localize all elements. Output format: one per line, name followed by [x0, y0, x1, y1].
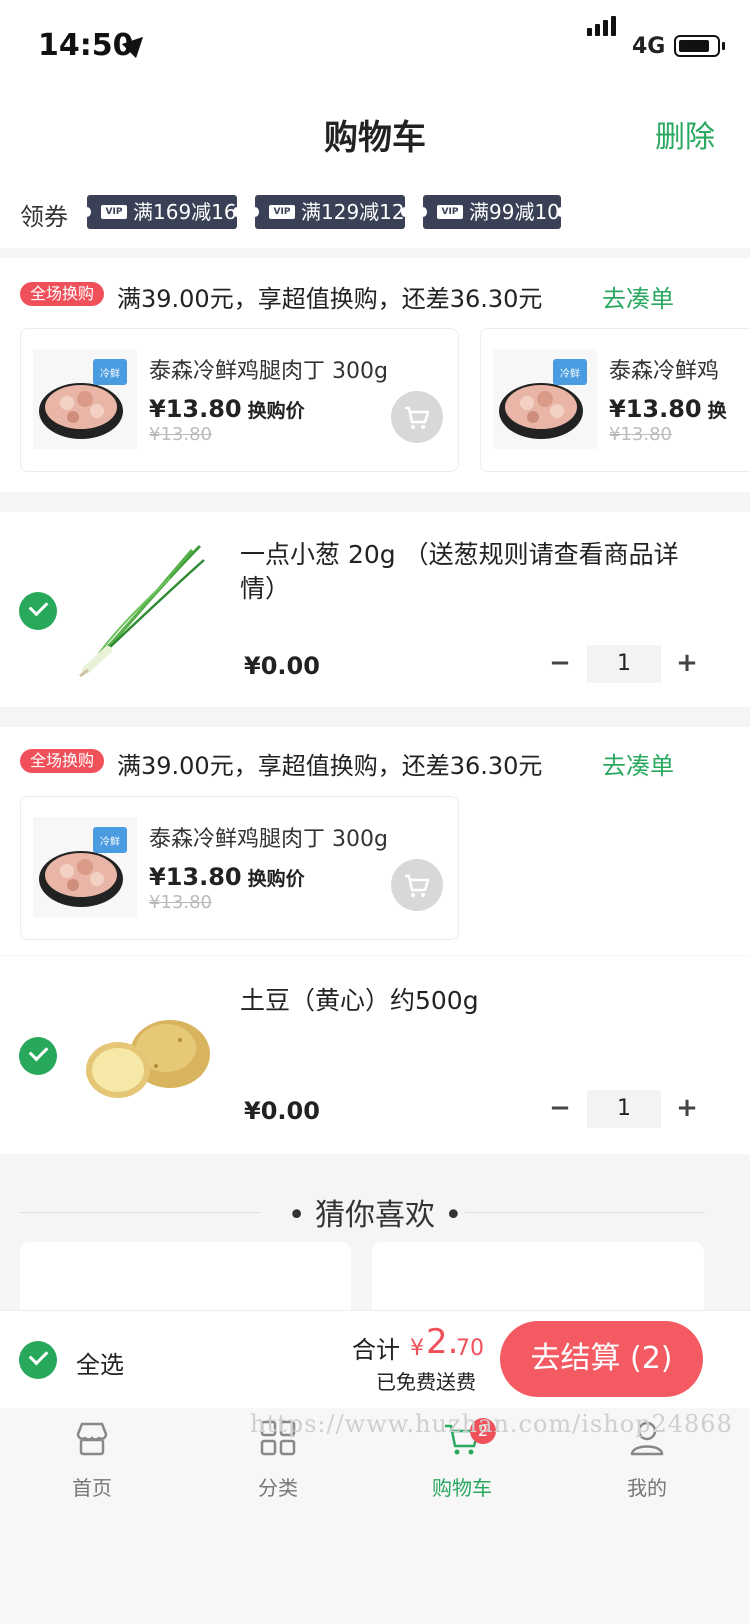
- item-price: ¥0.00: [244, 652, 320, 680]
- quantity-increase-button[interactable]: +: [672, 1093, 702, 1123]
- coupon-text: 满169减16: [133, 200, 237, 224]
- battery-icon: [674, 35, 720, 57]
- swap-product-card[interactable]: 冷鲜 泰森冷鲜鸡腿肉丁 300g ¥13.80 换购价 ¥13.80: [20, 328, 459, 472]
- promo-tag: 全场换购: [20, 282, 105, 306]
- coupon-text: 满99减10: [469, 200, 560, 224]
- total-amount-decimal: 70: [456, 1336, 484, 1361]
- tab-label: 首页: [72, 1476, 112, 1500]
- potato-product-image: [86, 1020, 210, 1098]
- coupon-label: 领券: [20, 203, 68, 231]
- battery-cap: [722, 42, 725, 50]
- swap-product-price: ¥13.80 换购价: [149, 395, 305, 423]
- select-all-label[interactable]: 全选: [76, 1345, 124, 1380]
- coupon-text: 满129减12: [301, 200, 405, 224]
- shipping-note: 已免费送费: [376, 1370, 476, 1394]
- delete-button[interactable]: 删除: [655, 112, 715, 156]
- price-note: 换购价: [247, 400, 305, 422]
- quantity-decrease-button[interactable]: −: [545, 648, 575, 678]
- add-more-link[interactable]: 去凑单: [602, 279, 674, 314]
- quantity-field[interactable]: 1: [587, 645, 661, 683]
- item-name[interactable]: 土豆（黄心）约500g: [240, 984, 710, 1018]
- original-price: ¥13.80: [149, 892, 212, 913]
- checkout-button[interactable]: 去结算 (2): [500, 1321, 703, 1397]
- item-checkbox[interactable]: [19, 592, 57, 630]
- promo-text: 满39.00元，享超值换购，还差36.30元: [117, 285, 543, 313]
- select-all-checkbox[interactable]: [19, 1341, 57, 1379]
- swap-product-card[interactable]: 冷鲜 泰森冷鲜鸡 ¥13.80 换 ¥13.80: [480, 328, 750, 472]
- cart-icon: [405, 406, 430, 429]
- item-name[interactable]: 一点小葱 20g （送葱规则请查看商品详情）: [240, 538, 710, 606]
- svg-text:冷鲜: 冷鲜: [560, 367, 580, 380]
- quantity-decrease-button[interactable]: −: [545, 1093, 575, 1123]
- swap-product-card[interactable]: 冷鲜 泰森冷鲜鸡腿肉丁 300g ¥13.80 换购价 ¥13.80: [20, 796, 459, 940]
- chicken-product-image: 冷鲜: [33, 817, 137, 917]
- tab-label: 分类: [258, 1476, 298, 1500]
- add-more-link[interactable]: 去凑单: [602, 746, 674, 781]
- quantity-increase-button[interactable]: +: [672, 648, 702, 678]
- chicken-product-image: 冷鲜: [493, 349, 597, 449]
- total-currency: ¥: [410, 1336, 424, 1361]
- svg-text:冷鲜: 冷鲜: [100, 367, 120, 380]
- quantity-field[interactable]: 1: [587, 1090, 661, 1128]
- original-price: ¥13.80: [609, 424, 672, 445]
- network-type: 4G: [632, 34, 666, 59]
- watermark-text: https://www.huzhan.com/ishop24868: [250, 1410, 733, 1438]
- item-price: ¥0.00: [244, 1097, 320, 1125]
- svg-text:冷鲜: 冷鲜: [100, 835, 120, 848]
- swap-product-price: ¥13.80 换购价: [149, 863, 305, 891]
- add-to-cart-button[interactable]: [391, 859, 443, 911]
- swap-product-name: 泰森冷鲜鸡腿肉丁 300g: [149, 827, 388, 852]
- tab-label: 我的: [627, 1476, 667, 1500]
- coupon-99-10[interactable]: VIP 满99减10: [419, 195, 565, 229]
- coupon-169-16[interactable]: VIP 满169减16: [83, 195, 241, 229]
- page-title: 购物车: [324, 118, 426, 158]
- price-value: ¥13.80: [609, 395, 702, 423]
- tab-label: 购物车: [432, 1476, 492, 1500]
- swap-product-price: ¥13.80 换: [609, 395, 727, 423]
- swap-product-name: 泰森冷鲜鸡: [609, 359, 720, 384]
- original-price: ¥13.80: [149, 424, 212, 445]
- chicken-product-image: 冷鲜: [33, 349, 137, 449]
- recommend-title: • 猜你喜欢 •: [287, 1198, 463, 1233]
- vip-icon: VIP: [437, 205, 463, 219]
- tab-home[interactable]: 首页: [32, 1418, 152, 1501]
- total-label: 合计: [352, 1336, 400, 1364]
- swap-product-name: 泰森冷鲜鸡腿肉丁 300g: [149, 359, 388, 384]
- item-checkbox[interactable]: [19, 1037, 57, 1075]
- home-icon: [76, 1422, 108, 1456]
- vip-icon: VIP: [101, 205, 127, 219]
- price-note: 换: [707, 400, 727, 422]
- promo-tag: 全场换购: [20, 749, 105, 773]
- promo-text: 满39.00元，享超值换购，还差36.30元: [117, 752, 543, 780]
- scallion-product-image: [79, 544, 205, 678]
- total-amount-integer: 2.: [426, 1322, 459, 1362]
- cart-icon: [405, 874, 430, 897]
- coupon-129-12[interactable]: VIP 满129减12: [251, 195, 409, 229]
- price-note: 换购价: [247, 868, 305, 890]
- price-value: ¥13.80: [149, 863, 242, 891]
- vip-icon: VIP: [269, 205, 295, 219]
- status-time: 14:50: [38, 28, 134, 63]
- add-to-cart-button[interactable]: [391, 391, 443, 443]
- price-value: ¥13.80: [149, 395, 242, 423]
